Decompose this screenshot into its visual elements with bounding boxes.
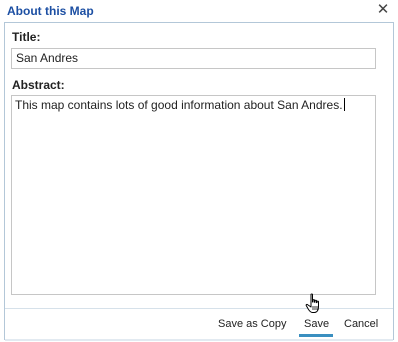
abstract-text: This map contains lots of good informati… bbox=[15, 98, 343, 112]
save-button[interactable]: Save bbox=[304, 318, 329, 330]
dialog-title: About this Map bbox=[7, 4, 94, 18]
text-caret bbox=[343, 98, 345, 111]
close-icon[interactable]: ✕ bbox=[376, 2, 390, 17]
abstract-textarea[interactable]: This map contains lots of good informati… bbox=[11, 95, 376, 295]
dialog-body: Title: San Andres Abstract: This map con… bbox=[4, 22, 394, 341]
footer-shade bbox=[5, 339, 393, 341]
dialog-footer: Save as Copy Save Cancel bbox=[5, 308, 393, 341]
cancel-button[interactable]: Cancel bbox=[344, 318, 378, 330]
dialog-titlebar: About this Map ✕ bbox=[0, 0, 398, 22]
save-button-focus-indicator bbox=[299, 334, 333, 337]
title-label: Title: bbox=[12, 30, 41, 44]
save-as-copy-button[interactable]: Save as Copy bbox=[218, 318, 286, 330]
hand-pointer-icon bbox=[305, 293, 319, 313]
title-input[interactable]: San Andres bbox=[11, 48, 376, 69]
about-map-dialog: About this Map ✕ Title: San Andres Abstr… bbox=[0, 0, 398, 342]
abstract-label: Abstract: bbox=[12, 78, 65, 92]
